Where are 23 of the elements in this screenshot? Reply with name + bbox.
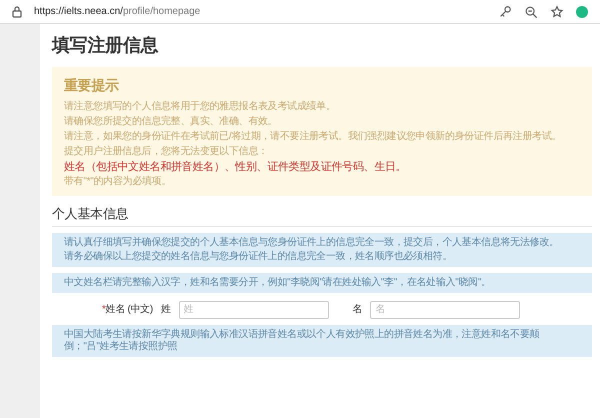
field-label: 姓 bbox=[160, 303, 171, 317]
info-text: 请认真仔细填写并确保您提交的个人基本信息与您身份证件上的信息完全一致，提交后，个人基本信息将无法修改。 bbox=[64, 236, 559, 248]
info-text: 中文姓名栏请完整输入汉字，姓和名需要分开，例如"李晓阅"请在姓处输入"李"，在名处输入"晓阅"。 bbox=[64, 276, 491, 288]
lock-icon bbox=[12, 6, 22, 18]
info-text: 请务必确保以上您提交的姓名信息与您身份证件上的信息完全一致，姓名顺序也必须相符。 bbox=[64, 250, 452, 262]
notice-text: 请注意，如果您的身份证件在考试前已/将过期，请不要注册考试。我们强烈建议您申领新的身份证件后再注册考试。 bbox=[64, 131, 562, 143]
name-input[interactable]: 姓 bbox=[178, 300, 329, 318]
key-icon[interactable] bbox=[498, 4, 512, 18]
notice-text: 请确保您所提交的信息完整、真实、准确、有效。 bbox=[64, 116, 278, 128]
notice-title: 重要提示 bbox=[64, 76, 119, 95]
url-text[interactable]: https://ielts.neea.cn/profile/homepage bbox=[34, 4, 486, 19]
page-title: 填写注册信息 bbox=[52, 34, 158, 57]
section-title: 个人基本信息 bbox=[52, 205, 128, 223]
notice-text: 请注意您填写的个人信息将用于您的雅思报名表及考试成绩单。 bbox=[64, 101, 336, 113]
info-text: 中国大陆考生请按新华字典规则输入标准汉语拼音姓名或以个人有效护照上的拼音姓名为准，注意姓和名不要颠倒；"吕"姓考生请按照护照 bbox=[64, 328, 540, 352]
zoom-icon[interactable] bbox=[524, 4, 538, 18]
name-input[interactable]: 名 bbox=[370, 300, 520, 318]
favorite-icon[interactable] bbox=[550, 4, 564, 18]
notice-text: 提交用户注册信息后，您将无法变更以下信息： bbox=[64, 146, 268, 158]
notice-text: 姓名（包括中文姓名和拼音姓名）、性别、证件类型及证件号码、生日。 bbox=[64, 161, 406, 173]
field-label: *姓名 (中文) bbox=[102, 302, 153, 317]
notice-text: 带有"*"的内容为必填项。 bbox=[64, 176, 172, 188]
field-label: 名 bbox=[352, 303, 362, 317]
